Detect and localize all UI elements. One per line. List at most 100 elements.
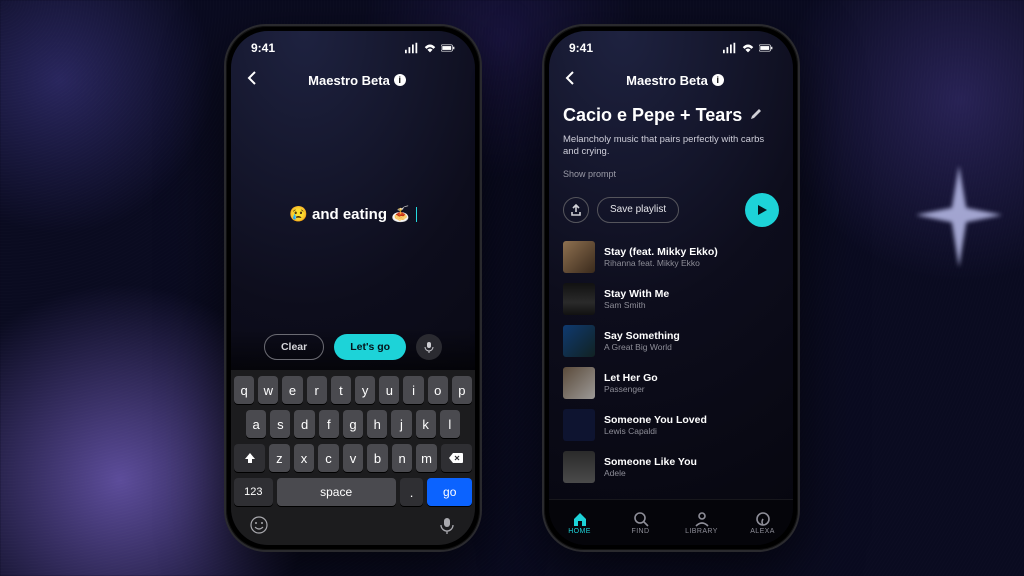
- key-t[interactable]: t: [331, 376, 351, 404]
- key-b[interactable]: b: [367, 444, 388, 472]
- album-art: [563, 325, 595, 357]
- lets-go-button[interactable]: Let's go: [334, 334, 406, 360]
- key-n[interactable]: n: [392, 444, 413, 472]
- library-icon: [694, 511, 710, 527]
- pencil-icon: [750, 108, 762, 120]
- key-i[interactable]: i: [403, 376, 423, 404]
- key-y[interactable]: y: [355, 376, 375, 404]
- status-bar: 9:41: [231, 31, 475, 65]
- key-q[interactable]: q: [234, 376, 254, 404]
- key-g[interactable]: g: [343, 410, 363, 438]
- key-k[interactable]: k: [416, 410, 436, 438]
- status-icons: [723, 42, 773, 54]
- key-o[interactable]: o: [428, 376, 448, 404]
- keyboard-bottom-row: [234, 512, 472, 541]
- key-v[interactable]: v: [343, 444, 364, 472]
- track-artist: Passenger: [604, 384, 658, 394]
- wifi-icon: [423, 42, 437, 54]
- clear-button[interactable]: Clear: [264, 334, 324, 360]
- track-artist: Adele: [604, 468, 697, 478]
- key-s[interactable]: s: [270, 410, 290, 438]
- key-z[interactable]: z: [269, 444, 290, 472]
- track-meta: Stay (feat. Mikky Ekko)Rihanna feat. Mik…: [604, 246, 718, 268]
- tab-find[interactable]: FIND: [610, 500, 671, 545]
- tab-alexa-label: ALEXA: [750, 528, 775, 535]
- prompt-input-area[interactable]: 😢 and eating 🍝: [231, 95, 475, 328]
- key-d[interactable]: d: [294, 410, 314, 438]
- key-c[interactable]: c: [318, 444, 339, 472]
- show-prompt-link[interactable]: Show prompt: [563, 169, 779, 179]
- tab-find-label: FIND: [632, 528, 650, 535]
- track-artist: Rihanna feat. Mikky Ekko: [604, 258, 718, 268]
- emoji-keyboard-button[interactable]: [250, 516, 268, 539]
- go-key[interactable]: go: [427, 478, 472, 506]
- tab-home-label: HOME: [568, 528, 591, 535]
- album-art: [563, 367, 595, 399]
- status-icons: [405, 42, 455, 54]
- track-meta: Someone Like YouAdele: [604, 456, 697, 478]
- microphone-icon: [438, 516, 456, 534]
- track-row[interactable]: Say SomethingA Great Big World: [563, 325, 779, 357]
- key-m[interactable]: m: [416, 444, 437, 472]
- album-art: [563, 283, 595, 315]
- tab-bar: HOME FIND LIBRARY ALEXA: [549, 499, 793, 545]
- key-a[interactable]: a: [246, 410, 266, 438]
- key-l[interactable]: l: [440, 410, 460, 438]
- key-e[interactable]: e: [282, 376, 302, 404]
- tab-library[interactable]: LIBRARY: [671, 500, 732, 545]
- key-w[interactable]: w: [258, 376, 278, 404]
- tab-home[interactable]: HOME: [549, 500, 610, 545]
- screen-right: 9:41 Maestro Beta i Cacio e Pepe + Tears: [549, 31, 793, 545]
- track-meta: Stay With MeSam Smith: [604, 288, 669, 310]
- play-icon: [756, 204, 768, 216]
- backspace-key[interactable]: [441, 444, 472, 472]
- battery-icon: [441, 42, 455, 54]
- prompt-text: 😢 and eating 🍝: [289, 205, 416, 223]
- track-row[interactable]: Stay With MeSam Smith: [563, 283, 779, 315]
- phone-mockup-right: 9:41 Maestro Beta i Cacio e Pepe + Tears: [542, 24, 800, 552]
- info-icon[interactable]: i: [712, 74, 724, 86]
- edit-title-button[interactable]: [750, 107, 762, 125]
- signal-icon: [405, 42, 419, 54]
- action-row: Clear Let's go: [231, 328, 475, 370]
- track-row[interactable]: Someone You LovedLewis Capaldi: [563, 409, 779, 441]
- space-key[interactable]: space: [277, 478, 396, 506]
- info-icon[interactable]: i: [394, 74, 406, 86]
- key-u[interactable]: u: [379, 376, 399, 404]
- track-meta: Let Her GoPassenger: [604, 372, 658, 394]
- numbers-key[interactable]: 123: [234, 478, 273, 506]
- emoji-spaghetti-icon: 🍝: [391, 205, 410, 223]
- dictation-button[interactable]: [438, 516, 456, 539]
- key-h[interactable]: h: [367, 410, 387, 438]
- wifi-icon: [741, 42, 755, 54]
- key-r[interactable]: r: [307, 376, 327, 404]
- playlist-title-row: Cacio e Pepe + Tears: [563, 105, 779, 126]
- playlist-description: Melancholy music that pairs perfectly wi…: [563, 134, 779, 159]
- status-bar: 9:41: [549, 31, 793, 65]
- keyboard-row-1: qwertyuiop: [234, 376, 472, 404]
- key-j[interactable]: j: [391, 410, 411, 438]
- shift-key[interactable]: [234, 444, 265, 472]
- share-button[interactable]: [563, 197, 589, 223]
- status-time: 9:41: [251, 41, 275, 55]
- search-icon: [633, 511, 649, 527]
- track-row[interactable]: Someone Like YouAdele: [563, 451, 779, 483]
- nav-title: Maestro Beta i: [571, 73, 779, 88]
- key-f[interactable]: f: [319, 410, 339, 438]
- background-noise: [0, 0, 1024, 576]
- keyboard-row-3: zxcvbnm: [234, 444, 472, 472]
- text-cursor: [416, 207, 417, 222]
- share-icon: [570, 204, 582, 216]
- voice-input-button[interactable]: [416, 334, 442, 360]
- prompt-typed-text: and eating: [312, 206, 387, 223]
- key-x[interactable]: x: [294, 444, 315, 472]
- period-key[interactable]: .: [400, 478, 424, 506]
- save-playlist-button[interactable]: Save playlist: [597, 197, 679, 223]
- track-row[interactable]: Let Her GoPassenger: [563, 367, 779, 399]
- play-button[interactable]: [745, 193, 779, 227]
- track-title: Someone You Loved: [604, 414, 707, 426]
- tab-alexa[interactable]: ALEXA: [732, 500, 793, 545]
- track-row[interactable]: Stay (feat. Mikky Ekko)Rihanna feat. Mik…: [563, 241, 779, 273]
- key-p[interactable]: p: [452, 376, 472, 404]
- album-art: [563, 451, 595, 483]
